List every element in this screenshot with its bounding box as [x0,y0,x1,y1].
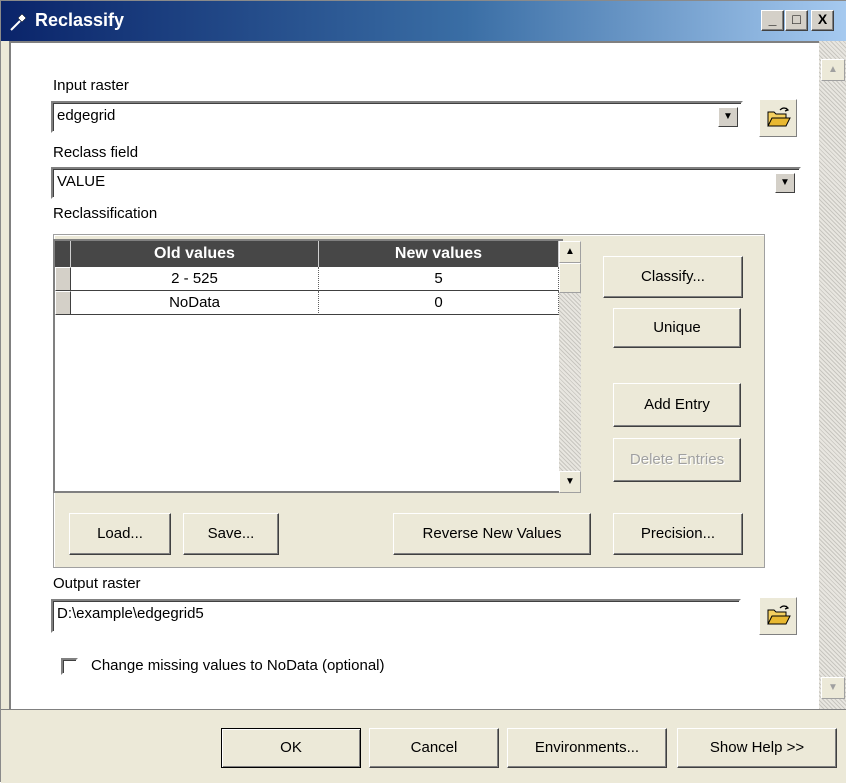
arrow-down-icon[interactable]: ▼ [821,677,845,699]
open-folder-icon [767,107,791,127]
show-help-button[interactable]: Show Help >> [677,728,837,768]
input-raster-combo[interactable]: edgegrid [51,101,743,133]
hammer-icon [10,13,27,31]
chevron-down-icon[interactable]: ▼ [775,173,795,193]
input-raster-value: edgegrid [57,107,116,124]
dialog-footer: OK Cancel Environments... Show Help >> [1,709,846,783]
table-cell-old[interactable]: NoData [71,291,319,315]
table-cell-new[interactable]: 5 [319,267,559,291]
reclassification-label: Reclassification [53,205,158,222]
missing-values-checkbox[interactable] [61,658,78,675]
output-raster-value: D:\example\edgegrid5 [57,605,204,622]
maximize-button[interactable]: □ [785,10,808,31]
reverse-new-values-button[interactable]: Reverse New Values [393,513,591,555]
output-raster-label: Output raster [53,575,141,592]
output-raster-input[interactable]: D:\example\edgegrid5 [51,599,741,633]
open-folder-icon [767,605,791,625]
arrow-down-icon[interactable]: ▼ [559,471,581,493]
minimize-button[interactable]: _ [761,10,784,31]
unique-button[interactable]: Unique [613,308,741,348]
reclass-field-value: VALUE [57,173,106,190]
column-header-old-values[interactable]: Old values [71,241,319,267]
missing-values-label[interactable]: Change missing values to NoData (optiona… [91,657,385,674]
scroll-thumb[interactable] [559,263,581,293]
arrow-up-icon[interactable]: ▲ [821,59,845,81]
chevron-down-icon[interactable]: ▼ [718,107,738,127]
row-selector[interactable] [55,291,71,315]
load-button[interactable]: Load... [69,513,171,555]
arrow-up-icon[interactable]: ▲ [559,241,581,263]
browse-input-button[interactable] [759,99,797,137]
title-bar[interactable]: Reclassify _ □ X [1,1,846,41]
cancel-button[interactable]: Cancel [369,728,499,768]
add-entry-button[interactable]: Add Entry [613,383,741,427]
grid-corner [55,241,71,267]
close-button[interactable]: X [811,10,834,31]
table-cell-old[interactable]: 2 - 525 [71,267,319,291]
browse-output-button[interactable] [759,597,797,635]
environments-button[interactable]: Environments... [507,728,667,768]
table-scrollbar[interactable]: ▲ ▼ [559,241,581,493]
classify-button[interactable]: Classify... [603,256,743,298]
reclass-table[interactable]: Old values New values 2 - 525 5 NoData 0 [53,239,563,493]
form-scrollbar[interactable]: ▲ ▼ [819,41,846,709]
delete-entries-button[interactable]: Delete Entries [613,438,741,482]
reclassify-dialog: Reclassify _ □ X ▲ ▼ Input raster edgegr… [0,0,846,783]
reclass-field-combo[interactable]: VALUE [51,167,801,199]
precision-button[interactable]: Precision... [613,513,743,555]
row-selector[interactable] [55,267,71,291]
save-button[interactable]: Save... [183,513,279,555]
input-raster-label: Input raster [53,77,129,94]
ok-button[interactable]: OK [221,728,361,768]
window-title: Reclassify [35,10,125,30]
table-cell-new[interactable]: 0 [319,291,559,315]
reclass-field-label: Reclass field [53,144,139,161]
column-header-new-values[interactable]: New values [319,241,559,267]
